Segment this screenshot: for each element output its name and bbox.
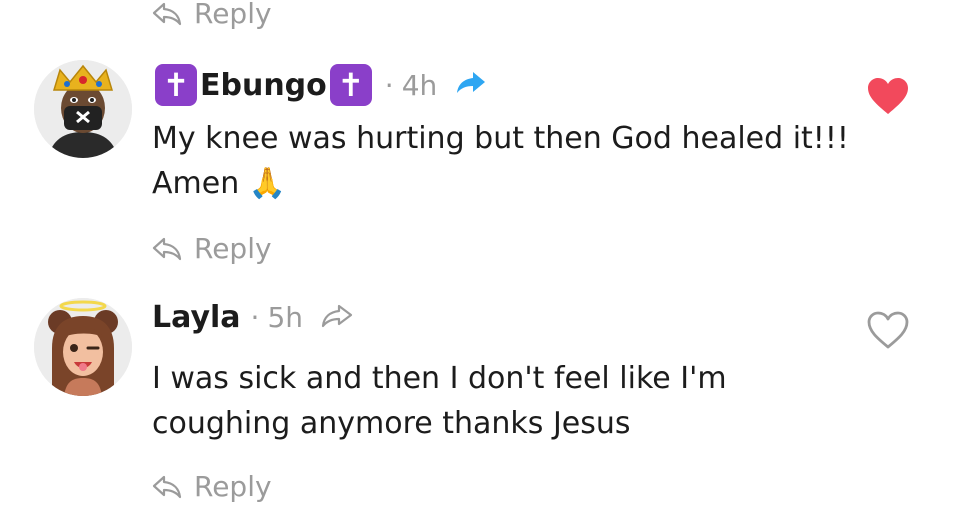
reply-label: Reply — [194, 470, 272, 503]
avatar[interactable] — [34, 298, 132, 396]
share-arrow-outline-icon[interactable] — [321, 303, 353, 333]
reply-button[interactable]: Reply — [152, 232, 272, 265]
share-arrow-filled-icon[interactable] — [455, 70, 487, 100]
reply-button-top[interactable]: Reply — [152, 0, 272, 30]
timestamp: 5h — [267, 301, 303, 334]
comment-header: Layla · 5h — [152, 300, 353, 335]
heart-outline-icon — [866, 310, 910, 350]
like-button[interactable] — [866, 76, 910, 116]
timestamp: 4h — [401, 68, 438, 102]
separator-dot: · — [250, 301, 260, 334]
reply-button[interactable]: Reply — [152, 470, 272, 503]
heart-filled-icon — [866, 76, 910, 116]
comment-text: My knee was hurting but then God healed … — [152, 121, 849, 201]
cross-badge-icon: ✝ — [155, 64, 197, 106]
reply-label: Reply — [194, 232, 272, 265]
username[interactable]: Layla — [152, 300, 241, 335]
avatar[interactable] — [34, 60, 132, 158]
reply-arrow-icon — [152, 236, 182, 262]
comment-text: I was sick and then I don't feel like I'… — [152, 361, 727, 441]
reply-arrow-icon — [152, 474, 182, 500]
reply-arrow-icon — [152, 1, 182, 27]
reply-label: Reply — [194, 0, 272, 30]
like-button[interactable] — [866, 310, 910, 350]
username[interactable]: Ebungo — [200, 68, 327, 103]
comment-header: ✝ Ebungo ✝ · 4h — [152, 64, 487, 106]
praying-hands-emoji: 🙏 — [248, 166, 287, 201]
cross-badge-icon: ✝ — [329, 64, 372, 106]
separator-dot: · — [384, 68, 394, 102]
